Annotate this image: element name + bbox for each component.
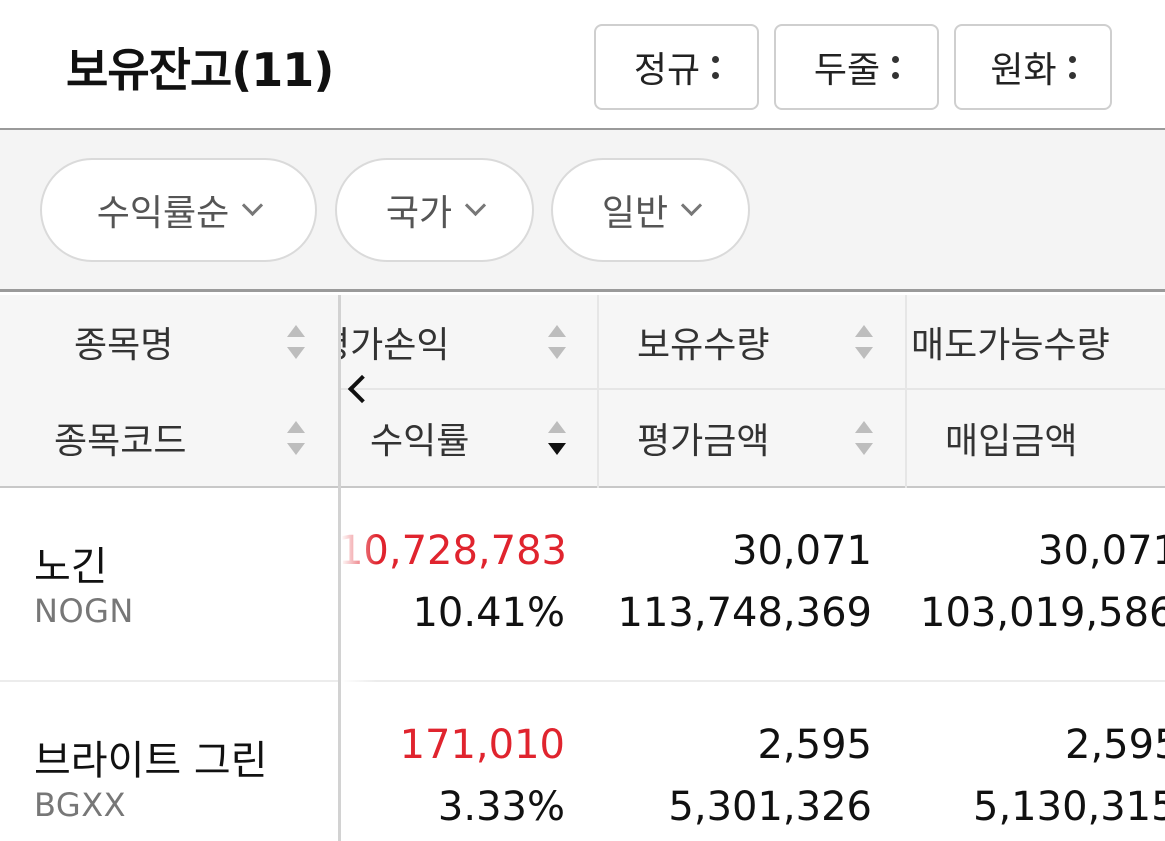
sort-icon[interactable] bbox=[287, 325, 305, 359]
table-header: 종목명 종목코드 평가손익 수익률 보유수량 평가금액 매도가능수량 매입금액 bbox=[0, 295, 1165, 488]
column-divider bbox=[597, 295, 599, 488]
chevron-down-icon bbox=[242, 194, 264, 216]
table-row[interactable]: 노긴 NOGN 10,728,783 10.41% 30,071 113,748… bbox=[0, 490, 1165, 680]
kebab-icon bbox=[892, 55, 900, 79]
stock-name: 브라이트 그린 bbox=[34, 738, 268, 784]
sellable-cell-clip: 2,595 5,130,315 bbox=[905, 682, 1165, 841]
table-row[interactable]: 브라이트 그린 BGXX 171,010 3.33% 2,595 5,301,3… bbox=[0, 682, 1165, 841]
chevron-down-icon bbox=[681, 194, 703, 216]
header-eval-amount[interactable]: 평가금액 bbox=[637, 391, 837, 484]
account-type-dropdown[interactable]: 일반 bbox=[551, 158, 750, 262]
eval-amount-value: 5,301,326 bbox=[668, 784, 872, 830]
profit-value: 171,010 bbox=[399, 722, 565, 768]
stock-name: 노긴 bbox=[34, 544, 108, 590]
sort-icon[interactable] bbox=[287, 421, 305, 455]
kebab-icon bbox=[1068, 55, 1076, 79]
two-line-view-button[interactable]: 두줄 bbox=[774, 24, 939, 110]
sellable-cell-clip: 30,071 103,019,586 bbox=[905, 490, 1165, 680]
header-buy-amount[interactable]: 매입금액 bbox=[945, 391, 1165, 484]
two-line-view-label: 두줄 bbox=[813, 50, 881, 91]
holdings-table: 종목명 종목코드 평가손익 수익률 보유수량 평가금액 매도가능수량 매입금액 bbox=[0, 295, 1165, 841]
account-type-label: 일반 bbox=[601, 193, 669, 234]
sort-return-dropdown[interactable]: 수익률순 bbox=[40, 158, 317, 262]
country-label: 국가 bbox=[385, 193, 453, 234]
filter-bar: 수익률순 국가 일반 bbox=[0, 130, 1165, 292]
sort-icon[interactable] bbox=[548, 325, 566, 359]
return-rate-value: 3.33% bbox=[437, 784, 565, 830]
stock-code: NOGN bbox=[34, 592, 134, 630]
column-divider bbox=[905, 295, 907, 488]
buy-amount-value: 103,019,586 bbox=[920, 590, 1165, 636]
currency-krw-button[interactable]: 원화 bbox=[954, 24, 1112, 110]
sellable-value: 30,071 bbox=[1038, 528, 1165, 574]
quantity-value: 2,595 bbox=[757, 722, 872, 768]
frozen-column-shadow bbox=[341, 488, 377, 841]
eval-amount-value: 113,748,369 bbox=[617, 590, 872, 636]
header-stock-name[interactable]: 종목명 bbox=[74, 295, 274, 388]
sort-icon[interactable] bbox=[855, 325, 873, 359]
header-quantity[interactable]: 보유수량 bbox=[637, 295, 837, 388]
stock-code: BGXX bbox=[34, 786, 127, 824]
header-row-divider bbox=[341, 388, 1165, 390]
kebab-icon bbox=[712, 55, 720, 79]
return-rate-value: 10.41% bbox=[412, 590, 565, 636]
session-regular-button[interactable]: 정규 bbox=[594, 24, 759, 110]
frozen-column-divider bbox=[338, 295, 341, 841]
sort-icon[interactable] bbox=[855, 421, 873, 455]
currency-krw-label: 원화 bbox=[990, 50, 1057, 91]
buy-amount-value: 5,130,315 bbox=[973, 784, 1165, 830]
sort-return-label: 수익률순 bbox=[96, 193, 230, 234]
holdings-screen: 보유잔고(11) 정규 두줄 원화 수익률순 국가 일반 종목명 종목코드 가손… bbox=[0, 0, 1165, 841]
header-profit[interactable]: 평가손익 bbox=[341, 295, 577, 388]
header-return-rate[interactable]: 수익률 bbox=[370, 391, 530, 484]
chevron-down-icon bbox=[465, 194, 487, 216]
header-bar: 보유잔고(11) 정규 두줄 원화 bbox=[0, 0, 1165, 130]
country-dropdown[interactable]: 국가 bbox=[335, 158, 534, 262]
session-regular-label: 정규 bbox=[633, 50, 701, 91]
sort-active-icon[interactable] bbox=[548, 421, 566, 455]
header-stock-code[interactable]: 종목코드 bbox=[54, 391, 274, 484]
sellable-value: 2,595 bbox=[1065, 722, 1165, 768]
page-title: 보유잔고(11) bbox=[66, 43, 334, 97]
header-sellable[interactable]: 매도가능수량 bbox=[911, 295, 1165, 388]
quantity-value: 30,071 bbox=[732, 528, 872, 574]
